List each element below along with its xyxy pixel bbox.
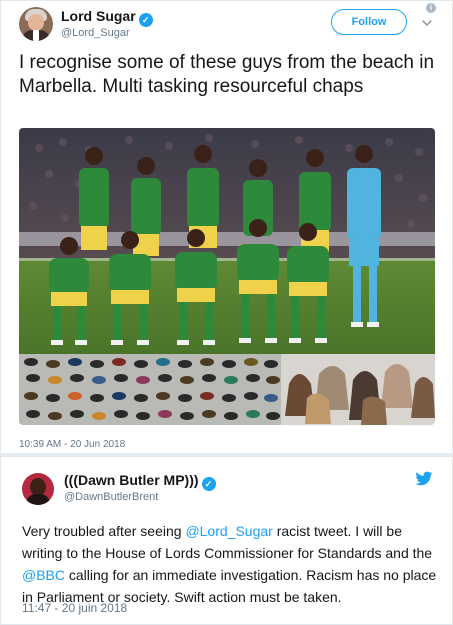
author-handle[interactable]: @DawnButlerBrent <box>64 491 158 503</box>
tweet-text-part: calling for an immediate investigation. … <box>22 567 437 605</box>
collage-illustration <box>19 354 435 425</box>
tweet-timestamp[interactable]: 10:39 AM - 20 Jun 2018 <box>19 439 125 450</box>
tweet-text: Very troubled after seeing @Lord_Sugar r… <box>22 520 442 608</box>
tweet-text-part: Very troubled after seeing <box>22 523 186 539</box>
tweet-card-dawn-butler: (((Dawn Butler MP))) ✓ @DawnButlerBrent V… <box>0 456 453 625</box>
tweet-card-lord-sugar: Lord Sugar ✓ @Lord_Sugar Follow i I recog… <box>0 0 453 453</box>
author-name-text[interactable]: Lord Sugar <box>61 8 136 24</box>
chevron-down-icon[interactable] <box>420 16 434 30</box>
avatar-shirt <box>33 30 39 41</box>
tweet-timestamp[interactable]: 11:47 - 20 juin 2018 <box>22 601 127 615</box>
avatar-body <box>26 494 50 505</box>
verified-badge-icon: ✓ <box>201 477 216 491</box>
avatar[interactable] <box>22 473 54 505</box>
twitter-bird-icon[interactable] <box>415 471 433 487</box>
avatar[interactable] <box>19 7 53 41</box>
avatar-face <box>28 14 44 31</box>
author-name[interactable]: Lord Sugar ✓ <box>61 8 153 27</box>
team-photo[interactable] <box>19 128 435 354</box>
author-handle[interactable]: @Lord_Sugar <box>61 27 130 39</box>
author-name-text[interactable]: (((Dawn Butler MP))) <box>64 472 199 488</box>
tweet-text: I recognise some of these guys from the … <box>19 52 435 97</box>
mention-link-lord-sugar[interactable]: @Lord_Sugar <box>185 523 272 539</box>
mention-link-bbc[interactable]: @BBC <box>22 567 65 583</box>
info-icon[interactable]: i <box>426 3 436 13</box>
team-photo-illustration <box>19 128 435 354</box>
follow-button[interactable]: Follow <box>331 9 407 35</box>
author-name[interactable]: (((Dawn Butler MP))) ✓ <box>64 472 216 491</box>
verified-badge-icon: ✓ <box>138 13 153 27</box>
sunglasses-handbags-collage[interactable] <box>19 354 435 425</box>
